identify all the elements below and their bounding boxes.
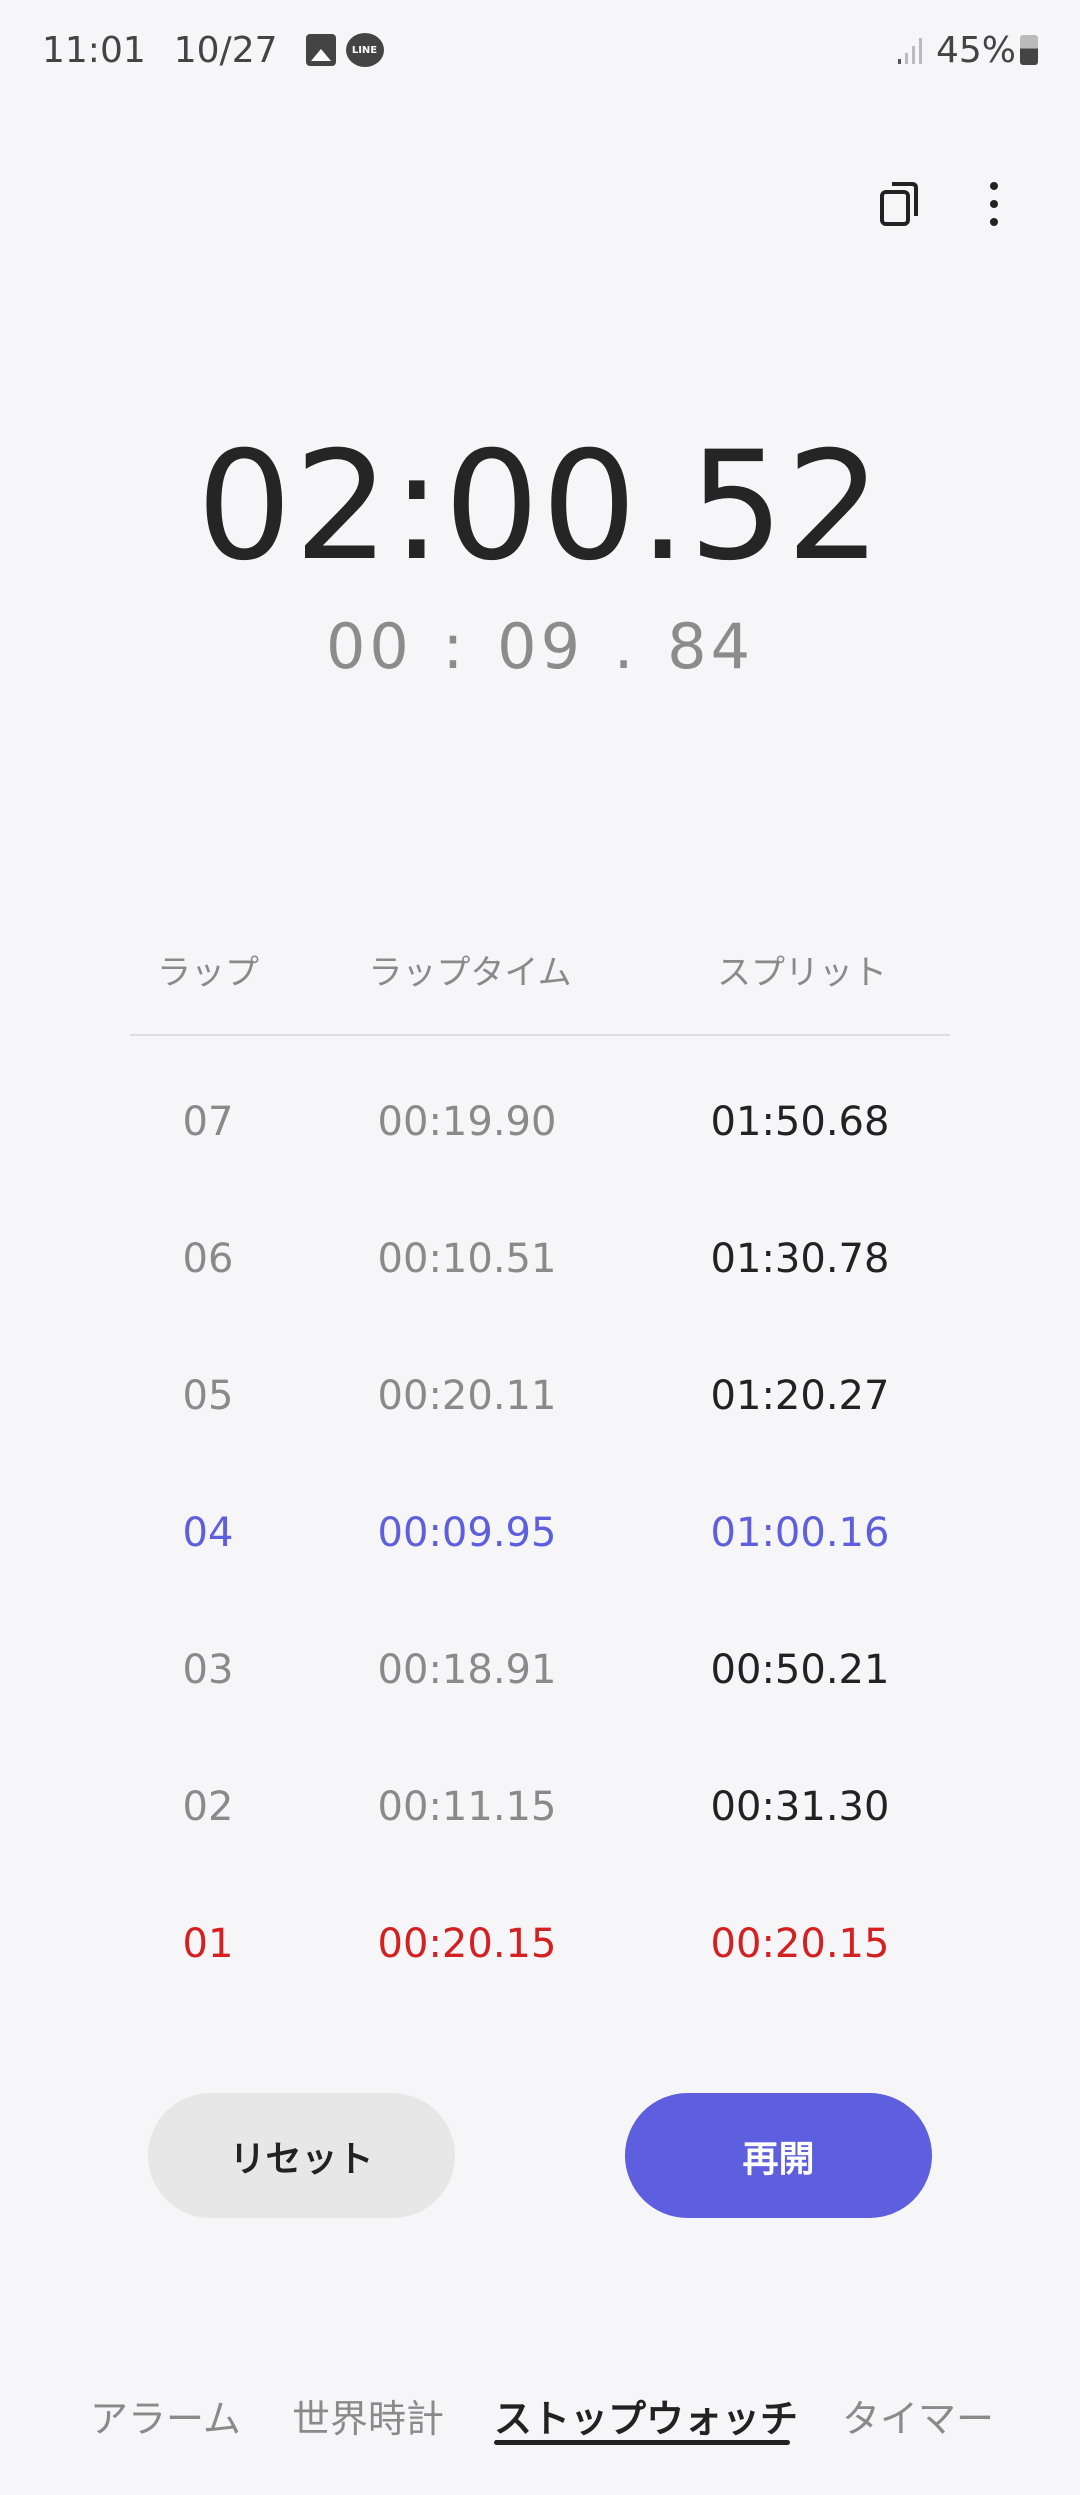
more-options-icon[interactable]	[984, 180, 1004, 228]
header-split: スプリット	[717, 953, 887, 993]
lap-row-split: 01:50.68	[710, 1099, 890, 1145]
tab-alarm[interactable]: アラーム	[90, 2388, 241, 2443]
current-lap-time: 00 : 09 . 84	[325, 610, 755, 683]
lap-row-split: 00:50.21	[710, 1647, 890, 1693]
lap-row-split: 00:20.15	[710, 1921, 890, 1967]
active-tab-indicator	[494, 2440, 790, 2445]
resume-button[interactable]: 再開	[625, 2093, 932, 2218]
lap-row-lap-time: 00:10.51	[377, 1236, 557, 1282]
lap-row-lap-time: 00:19.90	[377, 1099, 557, 1145]
lap-row-lap-time: 00:11.15	[377, 1784, 557, 1830]
lap-row-lap-time: 00:09.95	[377, 1510, 557, 1556]
status-bar-left: 11:01 10/27 LINE	[42, 22, 384, 78]
main-time: 02:00.52	[196, 420, 884, 594]
header-lap: ラップ	[157, 953, 259, 993]
lap-row-lap-time: 00:18.91	[377, 1647, 557, 1693]
lap-row-split: 00:31.30	[710, 1784, 890, 1830]
tab-timer[interactable]: タイマー	[842, 2388, 994, 2443]
status-date: 10/27	[173, 29, 278, 71]
divider	[130, 1034, 950, 1036]
battery-percent: 45%	[935, 29, 1016, 71]
lap-row-split: 01:00.16	[710, 1510, 890, 1556]
header-lap-time: ラップタイム	[368, 953, 572, 993]
tab-stopwatch[interactable]: ストップウォッチ	[494, 2388, 798, 2443]
status-time: 11:01	[42, 29, 146, 71]
lap-row-split: 01:20.27	[710, 1373, 890, 1419]
battery-icon	[1020, 35, 1038, 65]
reset-button[interactable]: リセット	[148, 2093, 455, 2218]
signal-icon	[897, 38, 922, 64]
status-bar-right: 45%	[896, 22, 1038, 78]
lap-row-lap-time: 00:20.11	[377, 1373, 557, 1419]
copy-icon[interactable]	[878, 180, 922, 228]
lap-row-split: 01:30.78	[710, 1236, 890, 1282]
gallery-icon	[305, 34, 336, 66]
tab-world-clock[interactable]: 世界時計	[292, 2388, 444, 2443]
lap-row-lap-time: 00:20.15	[377, 1921, 557, 1967]
line-app-icon: LINE	[345, 33, 384, 67]
